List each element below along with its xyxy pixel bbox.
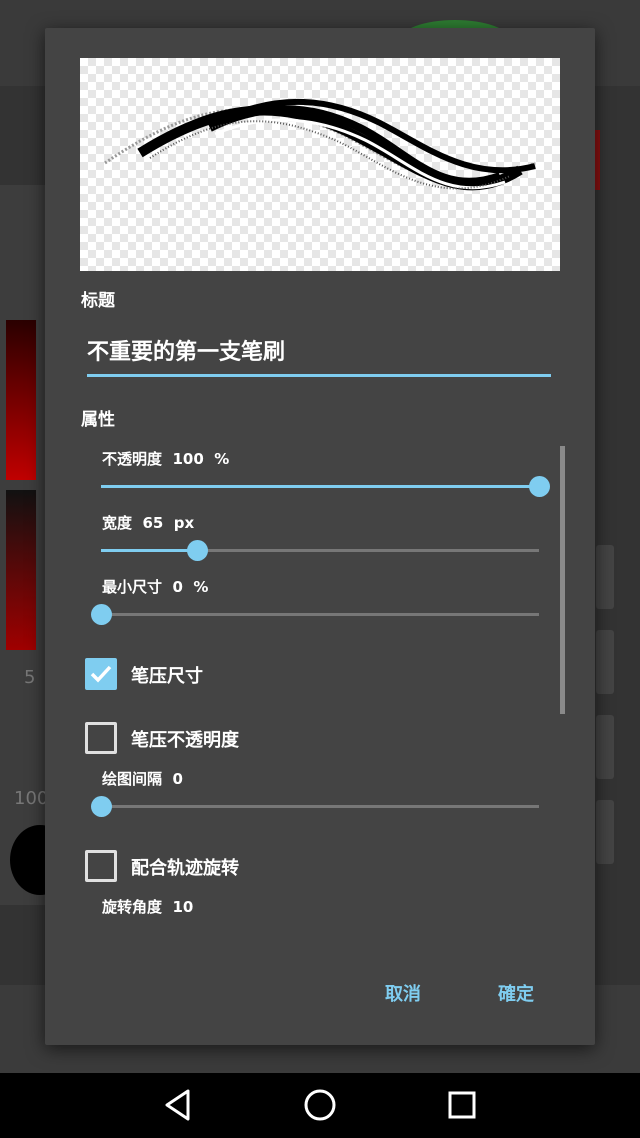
opacity-value: 100 [172,450,204,468]
follow-rotation-label: 配合轨迹旋转 [131,858,239,879]
opacity-name: 不透明度 [102,450,163,468]
rotation-angle-value: 10 [172,898,194,916]
brush-stroke-preview [80,58,560,271]
pressure-opacity-label: 笔压不透明度 [131,730,239,751]
min-size-unit: % [193,578,209,596]
rotation-angle-label: 旋转角度 10 [102,896,193,917]
width-label: 宽度 65 px [102,512,194,533]
width-value: 65 [142,514,164,532]
side-button [596,630,614,694]
slider-thumb[interactable] [91,796,112,817]
recents-button[interactable] [442,1087,482,1123]
recents-square-icon [448,1091,476,1119]
spacing-slider[interactable] [91,796,539,817]
home-circle-icon [304,1089,336,1121]
slider-thumb[interactable] [529,476,550,497]
system-navigation-bar [0,1073,640,1138]
side-button [596,545,614,609]
spacing-name: 绘图间隔 [102,770,163,788]
checkmark-icon [90,665,112,683]
slider-fill [101,549,198,552]
min-size-label: 最小尺寸 0 % [102,576,208,597]
slider-fill [101,485,539,488]
bg-number: 5 [24,667,36,688]
brush-title-input[interactable]: 不重要的第一支笔刷 [87,328,551,377]
width-slider[interactable] [101,540,539,561]
min-size-value: 0 [172,578,183,596]
min-size-name: 最小尺寸 [102,578,163,596]
bg-number: 100 [14,788,49,809]
back-button[interactable] [158,1087,198,1123]
opacity-label: 不透明度 100 % [102,448,229,469]
slider-thumb[interactable] [91,604,112,625]
spacing-label: 绘图间隔 0 [102,768,183,789]
cancel-button[interactable]: 取消 [385,980,421,1006]
ok-button[interactable]: 確定 [498,980,534,1006]
brush-title-value: 不重要的第一支笔刷 [87,340,286,365]
side-button [596,715,614,779]
width-unit: px [173,514,195,532]
pressure-opacity-checkbox[interactable] [85,722,117,754]
brush-settings-dialog: 标题 不重要的第一支笔刷 属性 不透明度 100 % 宽度 65 px 最小尺寸… [45,28,595,1045]
rotation-angle-name: 旋转角度 [102,898,163,916]
properties-scroll-area[interactable]: 不透明度 100 % 宽度 65 px 最小尺寸 0 % 笔压尺寸 笔压不透明度… [81,448,571,948]
slider-thumb[interactable] [187,540,209,561]
slider-track [101,805,539,808]
hue-bar [6,320,36,480]
follow-rotation-checkbox[interactable] [85,850,117,882]
stroke-preview-icon [104,98,536,191]
pressure-size-checkbox[interactable] [85,658,117,690]
width-name: 宽度 [102,514,133,532]
slider-track [101,613,539,616]
opacity-unit: % [214,450,230,468]
home-button[interactable] [300,1087,340,1123]
value-bar [6,490,36,650]
opacity-slider[interactable] [101,476,550,497]
back-triangle-icon [165,1089,190,1121]
spacing-value: 0 [172,770,183,788]
scrollbar[interactable] [560,446,565,714]
pressure-size-label: 笔压尺寸 [131,666,203,687]
min-size-slider[interactable] [91,604,539,625]
properties-label: 属性 [81,410,115,430]
side-button [596,800,614,864]
title-label: 标题 [81,291,115,311]
